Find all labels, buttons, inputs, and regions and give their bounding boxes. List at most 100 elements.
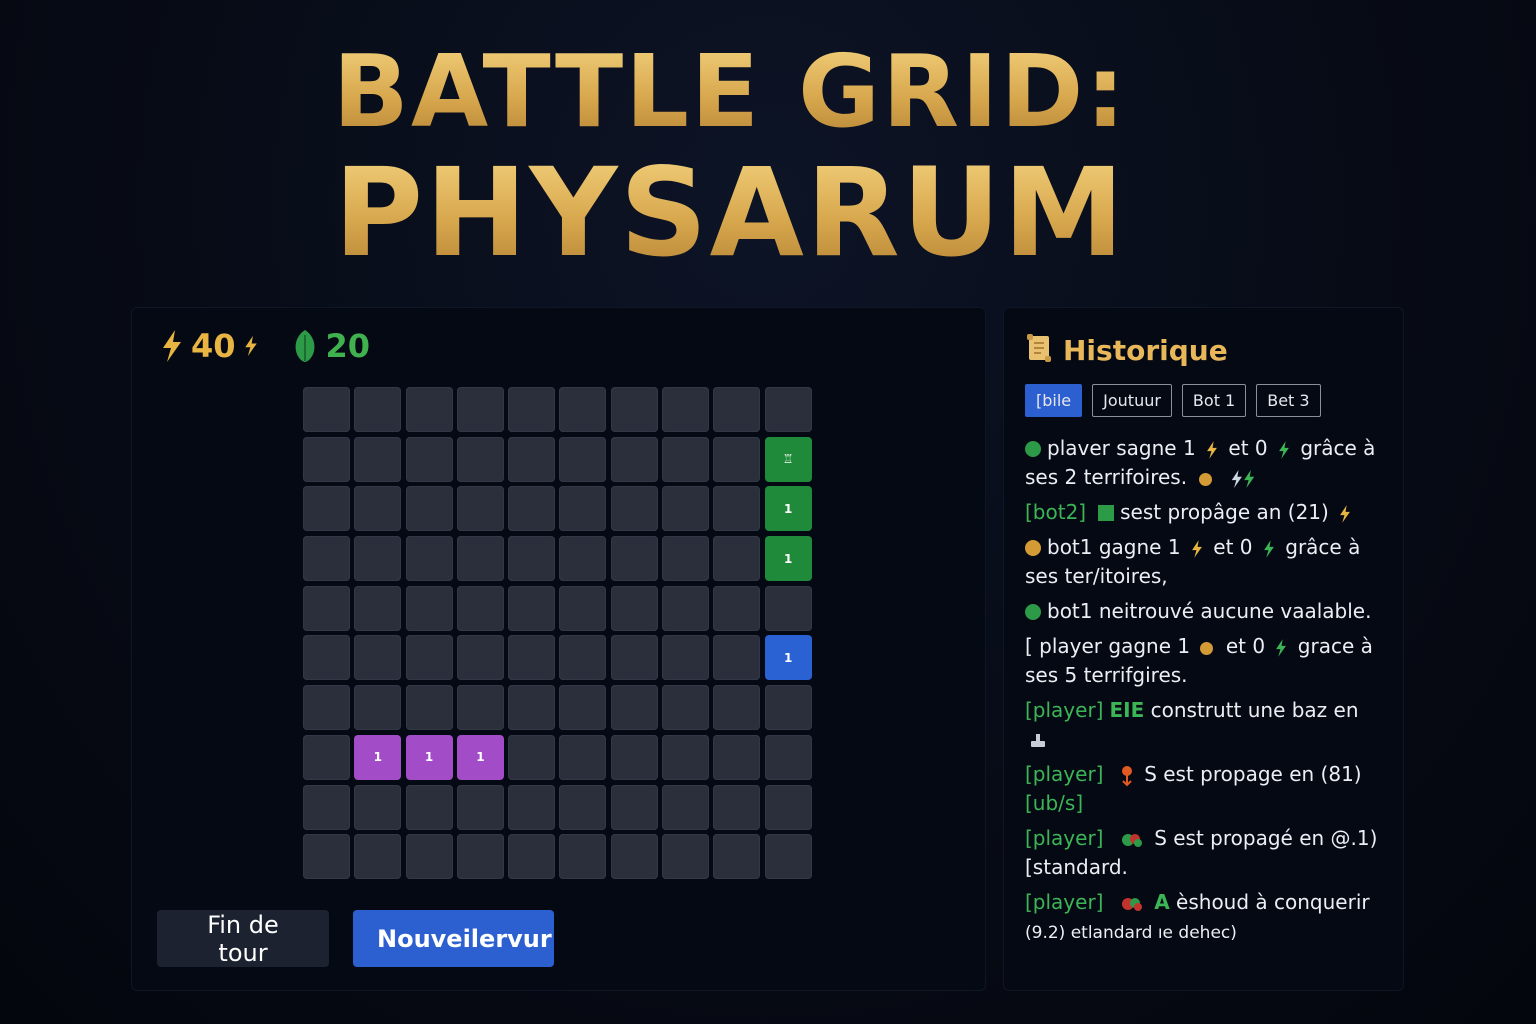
grid-cell-empty[interactable] [764, 685, 812, 731]
grid-cell-empty[interactable] [713, 635, 761, 681]
grid-cell-empty[interactable] [713, 436, 761, 482]
grid-cell-empty[interactable] [456, 536, 504, 582]
grid-cell-empty[interactable] [354, 585, 402, 631]
grid-cell-empty[interactable] [662, 585, 710, 631]
grid-cell-empty[interactable] [713, 536, 761, 582]
grid-cell-empty[interactable] [303, 635, 350, 681]
grid-cell-empty[interactable] [354, 536, 402, 582]
grid-cell-empty[interactable] [508, 536, 556, 582]
grid-cell-empty[interactable] [662, 635, 710, 681]
grid-cell-empty[interactable] [456, 436, 504, 482]
grid-cell-empty[interactable] [303, 486, 350, 532]
grid-cell-blue[interactable]: 1 [764, 635, 812, 681]
grid-cell-empty[interactable] [508, 486, 556, 532]
grid-cell-empty[interactable] [764, 784, 812, 830]
grid-cell-empty[interactable] [662, 536, 710, 582]
grid-cell-empty[interactable] [610, 536, 658, 582]
grid-cell-empty[interactable] [405, 387, 453, 432]
grid-cell-empty[interactable] [764, 387, 812, 432]
grid-cell-empty[interactable] [559, 436, 607, 482]
grid-cell-empty[interactable] [713, 685, 761, 731]
grid-cell-empty[interactable] [559, 486, 607, 532]
grid-cell-empty[interactable] [508, 784, 556, 830]
grid-cell-empty[interactable] [456, 387, 504, 432]
tab-bot-3[interactable]: Bet 3 [1256, 384, 1321, 417]
grid-cell-empty[interactable] [405, 536, 453, 582]
grid-cell-empty[interactable] [405, 486, 453, 532]
grid-cell-empty[interactable] [354, 834, 402, 880]
grid-cell-green[interactable]: 1 [764, 536, 812, 582]
grid-cell-empty[interactable] [508, 685, 556, 731]
grid-cell-empty[interactable] [764, 585, 812, 631]
grid-cell-empty[interactable] [662, 436, 710, 482]
grid-cell-empty[interactable] [456, 486, 504, 532]
tab-player[interactable]: Joutuur [1092, 384, 1172, 417]
grid-cell-empty[interactable] [610, 635, 658, 681]
grid-cell-empty[interactable] [303, 536, 350, 582]
grid-cell-empty[interactable] [405, 585, 453, 631]
tab-all[interactable]: [bile [1025, 384, 1083, 417]
grid-cell-empty[interactable] [610, 734, 658, 780]
grid-cell-empty[interactable] [405, 685, 453, 731]
new-game-button[interactable]: Nouveilervur [353, 910, 554, 967]
grid-cell-purple[interactable]: 1 [456, 734, 504, 780]
grid-cell-empty[interactable] [764, 734, 812, 780]
grid-cell-empty[interactable] [559, 387, 607, 432]
grid-cell-empty[interactable] [610, 784, 658, 830]
grid-cell-empty[interactable] [713, 387, 761, 432]
grid-cell-empty[interactable] [303, 436, 350, 482]
grid-cell-empty[interactable] [508, 585, 556, 631]
grid-cell-empty[interactable] [303, 387, 350, 432]
grid-cell-empty[interactable] [354, 685, 402, 731]
grid-cell-empty[interactable] [610, 585, 658, 631]
grid-cell-empty[interactable] [456, 784, 504, 830]
grid-cell-empty[interactable] [405, 436, 453, 482]
grid-cell-empty[interactable] [610, 486, 658, 532]
grid-cell-purple[interactable]: 1 [354, 734, 402, 780]
grid-cell-empty[interactable] [405, 635, 453, 681]
grid-cell-empty[interactable] [303, 585, 350, 631]
grid-cell-empty[interactable] [508, 635, 556, 681]
grid-cell-empty[interactable] [354, 436, 402, 482]
grid-cell-empty[interactable] [303, 685, 350, 731]
grid-cell-empty[interactable] [610, 685, 658, 731]
grid-cell-empty[interactable] [354, 635, 402, 681]
grid-cell-empty[interactable] [713, 734, 761, 780]
grid-cell-green[interactable]: ♖ [764, 436, 812, 482]
grid-cell-empty[interactable] [456, 834, 504, 880]
grid-cell-empty[interactable] [662, 486, 710, 532]
grid-cell-empty[interactable] [303, 834, 350, 880]
grid-cell-empty[interactable] [559, 685, 607, 731]
grid-cell-empty[interactable] [610, 834, 658, 880]
grid-cell-empty[interactable] [559, 834, 607, 880]
grid-cell-empty[interactable] [662, 784, 710, 830]
grid-cell-empty[interactable] [559, 635, 607, 681]
grid-cell-empty[interactable] [713, 834, 761, 880]
grid-cell-empty[interactable] [508, 387, 556, 432]
grid-cell-empty[interactable] [456, 635, 504, 681]
end-turn-button[interactable]: Fin de tour [157, 910, 329, 967]
grid-cell-empty[interactable] [405, 834, 453, 880]
grid-cell-empty[interactable] [456, 585, 504, 631]
grid-cell-empty[interactable] [713, 486, 761, 532]
grid-cell-empty[interactable] [354, 486, 402, 532]
grid-cell-empty[interactable] [456, 685, 504, 731]
grid-cell-empty[interactable] [713, 585, 761, 631]
grid-cell-empty[interactable] [354, 387, 402, 432]
grid-cell-green[interactable]: 1 [764, 486, 812, 532]
grid-cell-empty[interactable] [508, 734, 556, 780]
grid-cell-empty[interactable] [662, 387, 710, 432]
grid-cell-empty[interactable] [662, 734, 710, 780]
grid-cell-empty[interactable] [610, 387, 658, 432]
grid-cell-empty[interactable] [508, 834, 556, 880]
grid-cell-empty[interactable] [559, 784, 607, 830]
grid-cell-empty[interactable] [764, 834, 812, 880]
grid-cell-empty[interactable] [559, 585, 607, 631]
grid-cell-empty[interactable] [713, 784, 761, 830]
grid-cell-empty[interactable] [303, 784, 350, 830]
grid-cell-purple[interactable]: 1 [405, 734, 453, 780]
grid-cell-empty[interactable] [303, 734, 350, 780]
grid-cell-empty[interactable] [508, 436, 556, 482]
grid-cell-empty[interactable] [354, 784, 402, 830]
grid-cell-empty[interactable] [610, 436, 658, 482]
